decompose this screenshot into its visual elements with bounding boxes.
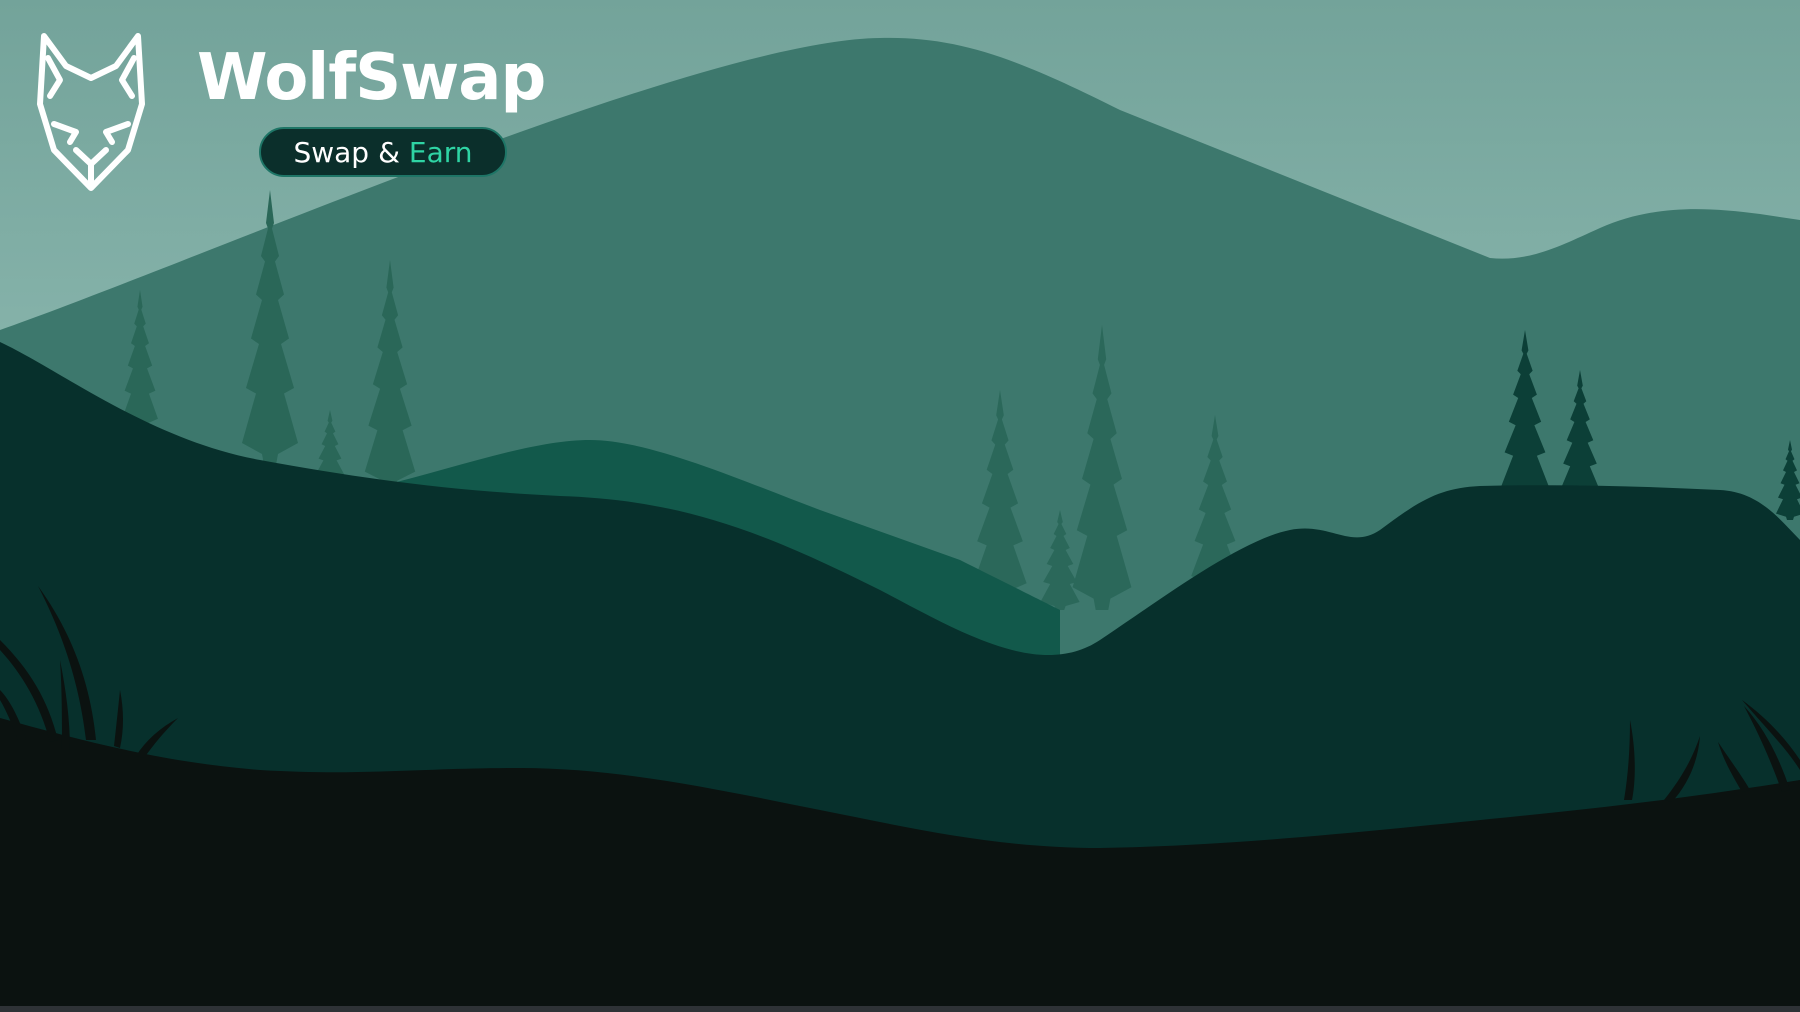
brand-title: WolfSwap [197, 41, 546, 115]
tagline-earn: Earn [408, 135, 473, 169]
hero-scene: WolfSwap Swap & Earn [0, 0, 1800, 1012]
tagline-swap: Swap [293, 135, 370, 169]
brand-header: WolfSwap Swap & Earn [0, 0, 600, 200]
bottom-edge-bar [0, 1006, 1800, 1012]
wolf-head-outline-icon[interactable] [26, 32, 156, 192]
tagline-pill: Swap & Earn [259, 127, 507, 177]
tagline-ampersand: & [378, 135, 400, 169]
